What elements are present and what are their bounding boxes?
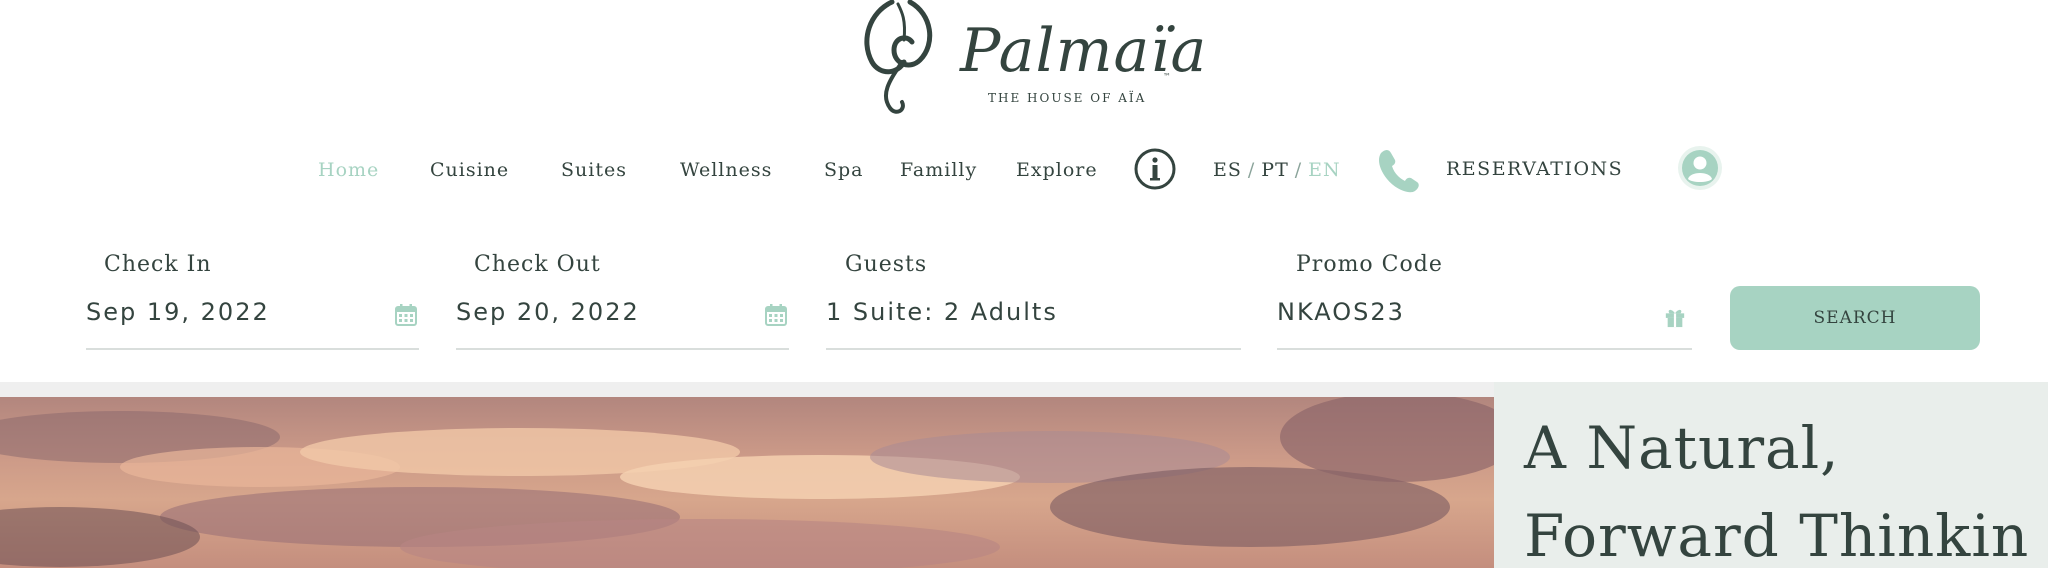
field-underline	[86, 348, 419, 350]
calendar-icon[interactable]	[764, 303, 788, 327]
trademark-mark: ™	[1163, 72, 1171, 81]
sunset-clouds-image	[0, 397, 1494, 568]
check-out-field[interactable]: Check Out Sep 20, 2022	[456, 248, 789, 350]
phone-icon[interactable]	[1375, 147, 1419, 193]
brand-logo[interactable]: Palmaïa ™ THE HOUSE OF AÏA	[850, 0, 1206, 118]
lang-pt[interactable]: PT	[1261, 159, 1288, 181]
user-avatar-icon[interactable]	[1677, 145, 1723, 191]
nav-item-familly[interactable]: Familly	[900, 159, 977, 181]
reservations-link[interactable]: RESERVATIONS	[1446, 158, 1623, 180]
hero-title-line-1: A Natural,	[1524, 414, 1840, 482]
guests-field[interactable]: Guests 1 Suite: 2 Adults	[826, 248, 1241, 350]
main-nav: Home Cuisine Suites Wellness Spa Familly…	[0, 140, 2048, 200]
lang-separator: /	[1247, 159, 1256, 181]
lang-es[interactable]: ES	[1213, 159, 1242, 181]
check-in-field[interactable]: Check In Sep 19, 2022	[86, 248, 419, 350]
brand-tagline: THE HOUSE OF AÏA	[988, 91, 1147, 105]
calendar-icon[interactable]	[394, 303, 418, 327]
nav-item-suites[interactable]: Suites	[561, 159, 627, 181]
hero-title-line-2: Forward Thinkin	[1524, 502, 2030, 568]
check-in-value[interactable]: Sep 19, 2022	[86, 298, 270, 326]
promo-code-input[interactable]: NKAOS23	[1277, 298, 1405, 326]
guests-label: Guests	[845, 252, 928, 277]
check-in-label: Check In	[104, 252, 212, 277]
gift-icon[interactable]	[1664, 306, 1686, 328]
language-switcher: ES / PT / EN	[1213, 159, 1341, 181]
nav-item-cuisine[interactable]: Cuisine	[430, 159, 509, 181]
field-underline	[456, 348, 789, 350]
info-circle-icon[interactable]	[1133, 147, 1177, 191]
field-underline	[1277, 348, 1692, 350]
hero-sunset-image	[0, 397, 1494, 568]
lang-en[interactable]: EN	[1308, 159, 1341, 181]
lang-separator: /	[1294, 159, 1303, 181]
promo-code-field[interactable]: Promo Code NKAOS23	[1277, 248, 1692, 350]
check-out-value[interactable]: Sep 20, 2022	[456, 298, 640, 326]
nav-item-home[interactable]: Home	[318, 159, 379, 181]
check-out-label: Check Out	[474, 252, 601, 277]
palm-leaf-logo-icon	[864, 0, 933, 114]
hero-text-panel: A Natural, Forward Thinkin	[1494, 382, 2048, 568]
guests-value[interactable]: 1 Suite: 2 Adults	[826, 298, 1058, 326]
nav-item-explore[interactable]: Explore	[1016, 159, 1098, 181]
field-underline	[826, 348, 1241, 350]
nav-item-wellness[interactable]: Wellness	[680, 159, 772, 181]
search-button[interactable]: SEARCH	[1730, 286, 1980, 350]
promo-code-label: Promo Code	[1296, 252, 1443, 277]
nav-item-spa[interactable]: Spa	[824, 159, 864, 181]
hero-title: A Natural, Forward Thinkin	[1524, 404, 2048, 568]
